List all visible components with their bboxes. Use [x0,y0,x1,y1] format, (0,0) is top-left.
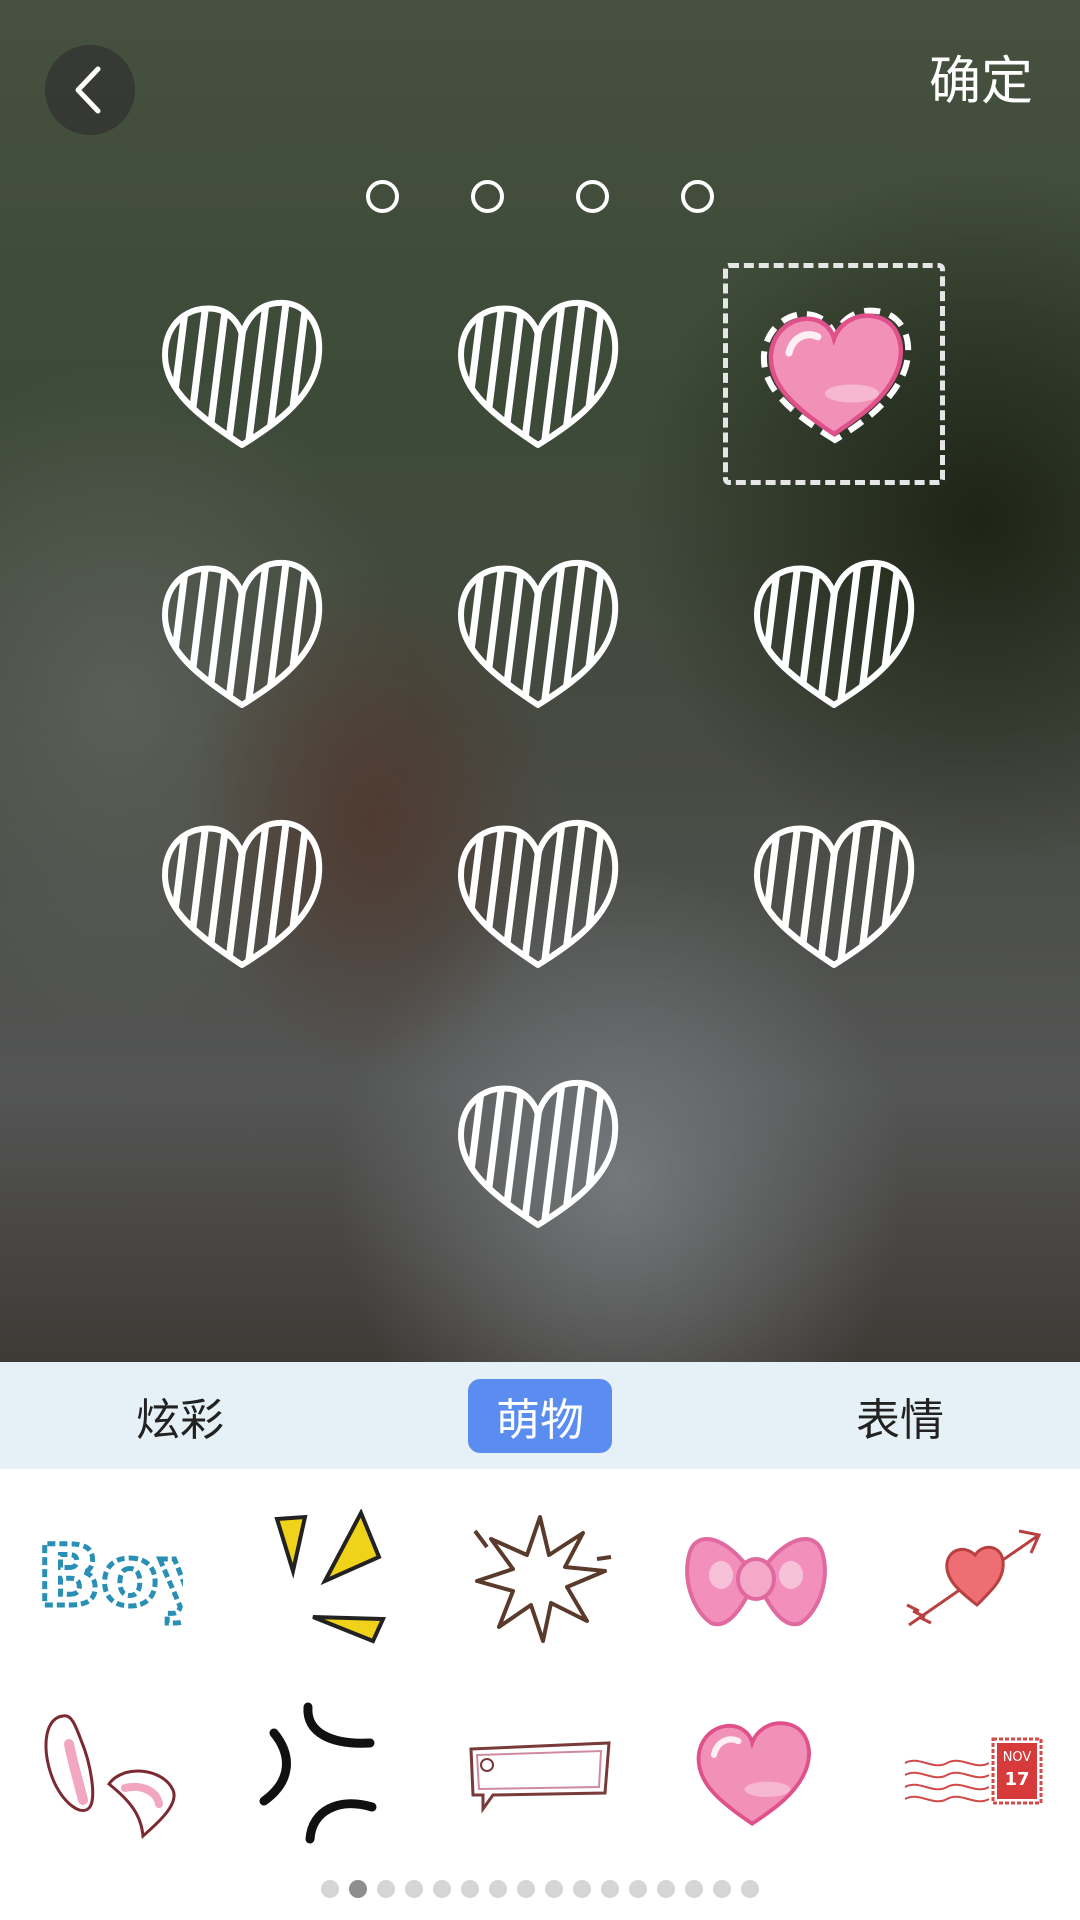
pink-heart-icon [691,1714,821,1834]
sticker-grid: Boy [0,1469,1080,1920]
sticker-item[interactable] [666,1499,846,1659]
page-dot[interactable] [433,1880,451,1898]
chevron-left-icon [75,66,101,114]
tab-biaoqing[interactable]: 表情 [810,1362,990,1469]
anger-mark-icon [259,1702,377,1844]
banner-frame-icon [469,1741,611,1814]
tab-mengwu[interactable]: 萌物 [468,1362,612,1469]
back-button[interactable] [45,45,135,135]
step-dot [681,180,714,213]
boy-text-icon: Boy [35,1525,184,1628]
sticker-category-tabs: 炫彩 萌物 表情 [0,1362,1080,1469]
sketch-heart-icon[interactable] [453,1075,623,1235]
page-dot-active[interactable] [349,1880,367,1898]
bunny-ears-icon [44,1714,176,1840]
svg-text:17: 17 [1004,1769,1029,1790]
page-dot[interactable] [405,1880,423,1898]
page-dot[interactable] [713,1880,731,1898]
burst-icon [473,1515,612,1643]
svg-text:Boy: Boy [37,1527,183,1625]
sketch-heart-icon[interactable] [749,555,919,715]
sticker-item[interactable] [884,1499,1064,1659]
photo-canvas: 确定 [0,0,1080,1362]
heart-arrow-icon [906,1529,1042,1627]
step-dot [576,180,609,213]
sticker-item[interactable] [233,1694,413,1854]
sketch-heart-icon[interactable] [157,555,327,715]
confirm-button[interactable]: 确定 [929,50,1033,114]
svg-text:NOV: NOV [1003,1750,1032,1765]
sketch-heart-icon[interactable] [453,555,623,715]
sketch-heart-icon[interactable] [157,815,327,975]
page-dot[interactable] [601,1880,619,1898]
pattern-step-indicator [0,180,1080,213]
sketch-heart-icon[interactable] [453,295,623,455]
page-dot[interactable] [657,1880,675,1898]
tab-label-active: 萌物 [468,1378,612,1453]
step-dot [471,180,504,213]
page-dot[interactable] [545,1880,563,1898]
page-dot[interactable] [461,1880,479,1898]
page-dot[interactable] [377,1880,395,1898]
page-dot[interactable] [741,1880,759,1898]
yellow-spark-icon [274,1509,387,1644]
pink-bow-icon [685,1537,827,1627]
sticker-item[interactable]: NOV 17 [884,1694,1064,1854]
sticker-item[interactable] [18,1694,198,1854]
tab-xuancai[interactable]: 炫彩 [90,1362,270,1469]
page-dot[interactable] [629,1880,647,1898]
step-dot [366,180,399,213]
sticker-item[interactable] [450,1694,630,1854]
page-dot[interactable] [685,1880,703,1898]
pink-heart-icon[interactable] [750,300,920,450]
page-dot[interactable] [321,1880,339,1898]
sketch-heart-icon[interactable] [157,295,327,455]
sketch-heart-icon[interactable] [453,815,623,975]
sticker-item[interactable] [666,1694,846,1854]
page-dot[interactable] [489,1880,507,1898]
sticker-item[interactable] [233,1499,413,1659]
sticker-item[interactable] [450,1499,630,1659]
stamp-icon: NOV 17 [904,1737,1043,1805]
page-dot[interactable] [573,1880,591,1898]
page-dot[interactable] [517,1880,535,1898]
sticker-page-indicator [0,1880,1080,1900]
sticker-item[interactable]: Boy [18,1499,198,1659]
sketch-heart-icon[interactable] [749,815,919,975]
